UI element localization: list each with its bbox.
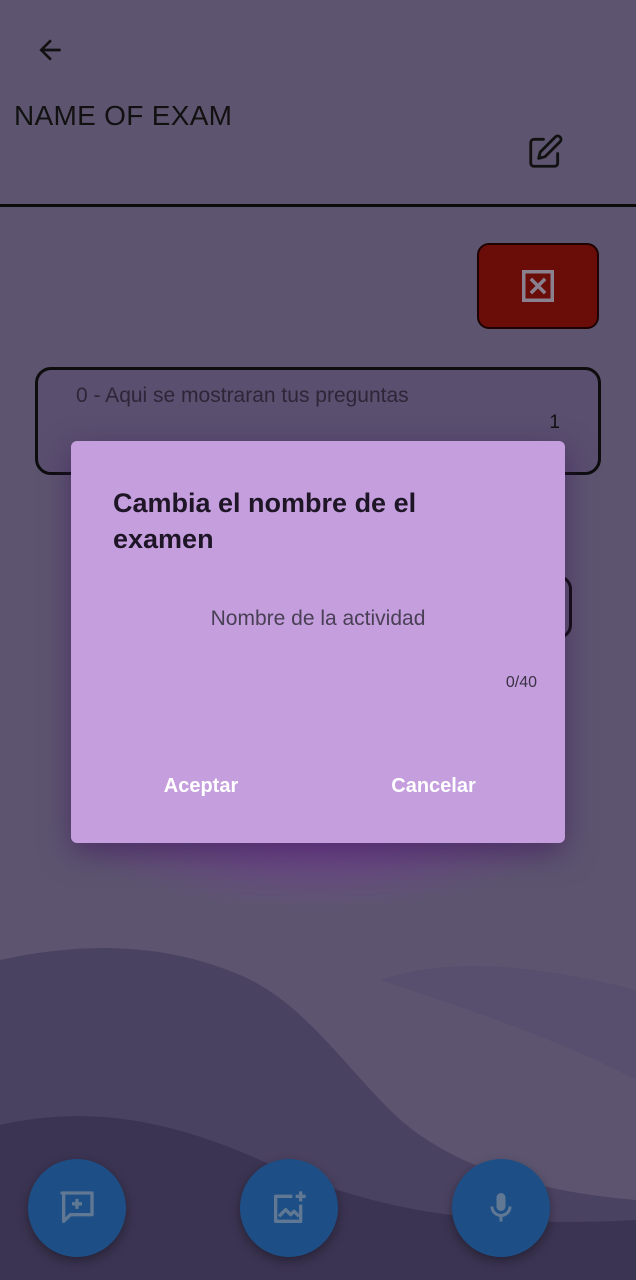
question-text: 0 - Aqui se mostraran tus preguntas: [76, 384, 409, 407]
accept-button[interactable]: Aceptar: [141, 763, 261, 809]
microphone-icon: [490, 1193, 512, 1222]
back-button[interactable]: [26, 28, 74, 72]
close-box-icon: [522, 270, 554, 302]
edit-icon: [529, 134, 563, 168]
cancel-button[interactable]: Cancelar: [371, 763, 496, 809]
exam-name-input[interactable]: [113, 599, 523, 639]
dialog-title: Cambia el nombre de el examen: [113, 488, 417, 554]
add-question-button[interactable]: [28, 1159, 126, 1257]
rename-dialog: Cambia el nombre de el examen 0/40 Acept…: [71, 441, 565, 843]
character-counter: 0/40: [505, 674, 537, 691]
question-count: 1: [549, 412, 560, 433]
page-title: NAME OF EXAM: [14, 100, 233, 131]
microphone-button[interactable]: [452, 1159, 550, 1257]
add-comment-icon: [60, 1191, 94, 1223]
add-image-button[interactable]: [240, 1159, 338, 1257]
delete-button[interactable]: [477, 243, 599, 329]
edit-title-button[interactable]: [522, 130, 568, 174]
add-image-icon: [274, 1191, 306, 1223]
header-divider: [0, 204, 636, 207]
arrow-left-icon: [39, 39, 61, 61]
